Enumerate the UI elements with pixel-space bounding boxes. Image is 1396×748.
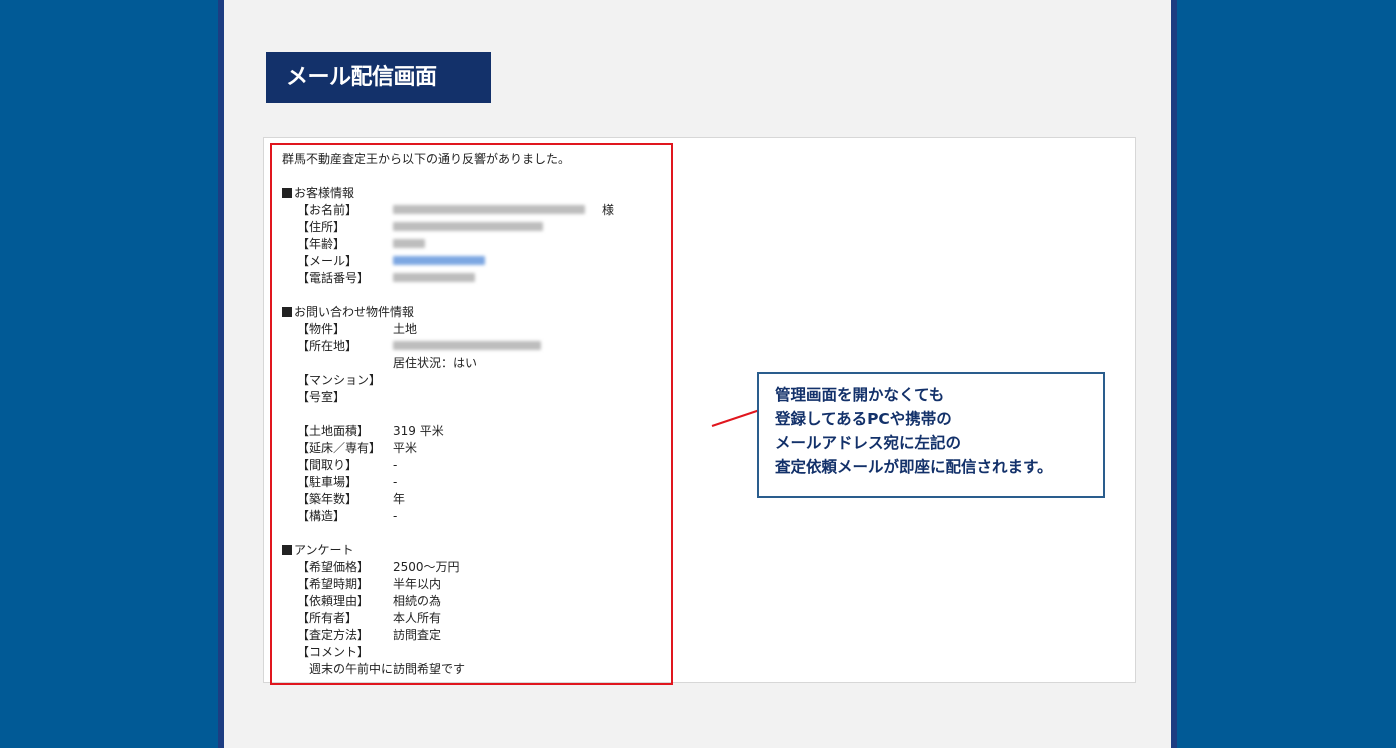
field-row: 【所在地】 <box>282 338 671 355</box>
field-value: 319 平米 <box>393 424 444 438</box>
field-value: - <box>393 509 398 523</box>
field-row: 【依頼理由】 相続の為 <box>282 593 671 610</box>
field-label: 【延床／専有】 <box>297 441 382 455</box>
page-title: メール配信画面 <box>266 52 491 103</box>
field-value: 土地 <box>393 322 418 336</box>
field-value: 半年以内 <box>393 577 442 591</box>
field-value: 年 <box>393 492 406 506</box>
callout-line: 査定依頼メールが即座に配信されます。 <box>775 458 1053 476</box>
redacted-value <box>393 239 425 248</box>
square-bullet-icon <box>282 545 292 555</box>
field-label: 【号室】 <box>297 390 346 404</box>
content-panel: メール配信画面 群馬不動産査定王から以下の通り反響がありました。 お客様情報 【… <box>224 0 1171 748</box>
mail-preview-frame: 群馬不動産査定王から以下の通り反響がありました。 お客様情報 【お名前】 様 【… <box>263 137 1136 685</box>
redacted-value <box>393 205 585 214</box>
square-bullet-icon <box>282 188 292 198</box>
field-label: 【住所】 <box>297 220 346 234</box>
field-row: 【住所】 <box>282 219 671 236</box>
field-label: 【お名前】 <box>297 203 358 217</box>
field-row: 【電話番号】 <box>282 270 671 287</box>
field-row: 【間取り】 - <box>282 457 671 474</box>
redacted-email-link[interactable] <box>393 256 485 265</box>
field-row: 【マンション】 <box>282 372 671 389</box>
field-row: 【査定方法】 訪問査定 <box>282 627 671 644</box>
field-row: 【コメント】 <box>282 644 671 661</box>
field-label: 【間取り】 <box>297 458 358 472</box>
field-label: 【マンション】 <box>297 373 382 387</box>
field-value: - <box>393 458 398 472</box>
field-row: 【メール】 <box>282 253 671 270</box>
comment-text: 週末の午前中に訪問希望です <box>309 662 466 676</box>
redacted-value <box>393 222 543 231</box>
redacted-value <box>393 273 475 282</box>
field-row: 居住状況：はい <box>282 355 671 372</box>
field-row: 【築年数】 年 <box>282 491 671 508</box>
field-label: 【査定方法】 <box>297 628 370 642</box>
field-row: 【お名前】 様 <box>282 202 671 219</box>
property-section-heading: お問い合わせ物件情報 <box>282 304 671 321</box>
callout-line: 登録してあるPCや携帯の <box>775 410 952 428</box>
mail-body: 群馬不動産査定王から以下の通り反響がありました。 お客様情報 【お名前】 様 【… <box>270 143 673 685</box>
section-title: お問い合わせ物件情報 <box>294 305 415 319</box>
field-label: 【構造】 <box>297 509 346 523</box>
residence-status: 居住状況：はい <box>393 356 478 370</box>
field-row: 【土地面積】 319 平米 <box>282 423 671 440</box>
field-label: 【所在地】 <box>297 339 358 353</box>
callout-line: 管理画面を開かなくても <box>775 386 945 404</box>
field-label: 【メール】 <box>297 254 358 268</box>
field-value: 本人所有 <box>393 611 442 625</box>
customer-section-heading: お客様情報 <box>282 185 671 202</box>
field-label: 【所有者】 <box>297 611 358 625</box>
field-value: 訪問査定 <box>393 628 442 642</box>
field-row: 【号室】 <box>282 389 671 406</box>
field-row: 【希望時期】 半年以内 <box>282 576 671 593</box>
field-value: 相続の為 <box>393 594 442 608</box>
field-value: - <box>393 475 398 489</box>
redacted-value <box>393 341 541 350</box>
field-row: 【所有者】 本人所有 <box>282 610 671 627</box>
section-title: お客様情報 <box>294 186 355 200</box>
field-label: 【希望時期】 <box>297 577 370 591</box>
callout-line: メールアドレス宛に左記の <box>775 434 962 452</box>
field-label: 【依頼理由】 <box>297 594 370 608</box>
field-label: 【コメント】 <box>297 645 370 659</box>
field-value: 平米 <box>393 441 418 455</box>
right-border <box>1171 0 1177 748</box>
callout-connector-line <box>711 409 760 427</box>
field-label: 【希望価格】 <box>297 560 370 574</box>
field-label: 【年齢】 <box>297 237 346 251</box>
mail-intro: 群馬不動産査定王から以下の通り反響がありました。 <box>282 152 571 166</box>
callout-box: 管理画面を開かなくても 登録してあるPCや携帯の メールアドレス宛に左記の 査定… <box>757 372 1105 498</box>
survey-section-heading: アンケート <box>282 542 671 559</box>
square-bullet-icon <box>282 307 292 317</box>
comment-row: 週末の午前中に訪問希望です <box>282 661 671 678</box>
field-label: 【築年数】 <box>297 492 358 506</box>
field-row: 【駐車場】 - <box>282 474 671 491</box>
field-row: 【年齢】 <box>282 236 671 253</box>
field-row: 【希望価格】 2500～万円 <box>282 559 671 576</box>
field-label: 【物件】 <box>297 322 346 336</box>
field-label: 【電話番号】 <box>297 271 370 285</box>
field-row: 【物件】 土地 <box>282 321 671 338</box>
honorific: 様 <box>602 203 615 217</box>
field-label: 【駐車場】 <box>297 475 358 489</box>
field-label: 【土地面積】 <box>297 424 370 438</box>
field-row: 【延床／専有】 平米 <box>282 440 671 457</box>
field-row: 【構造】 - <box>282 508 671 525</box>
field-value: 2500～万円 <box>393 560 460 574</box>
section-title: アンケート <box>294 543 354 557</box>
